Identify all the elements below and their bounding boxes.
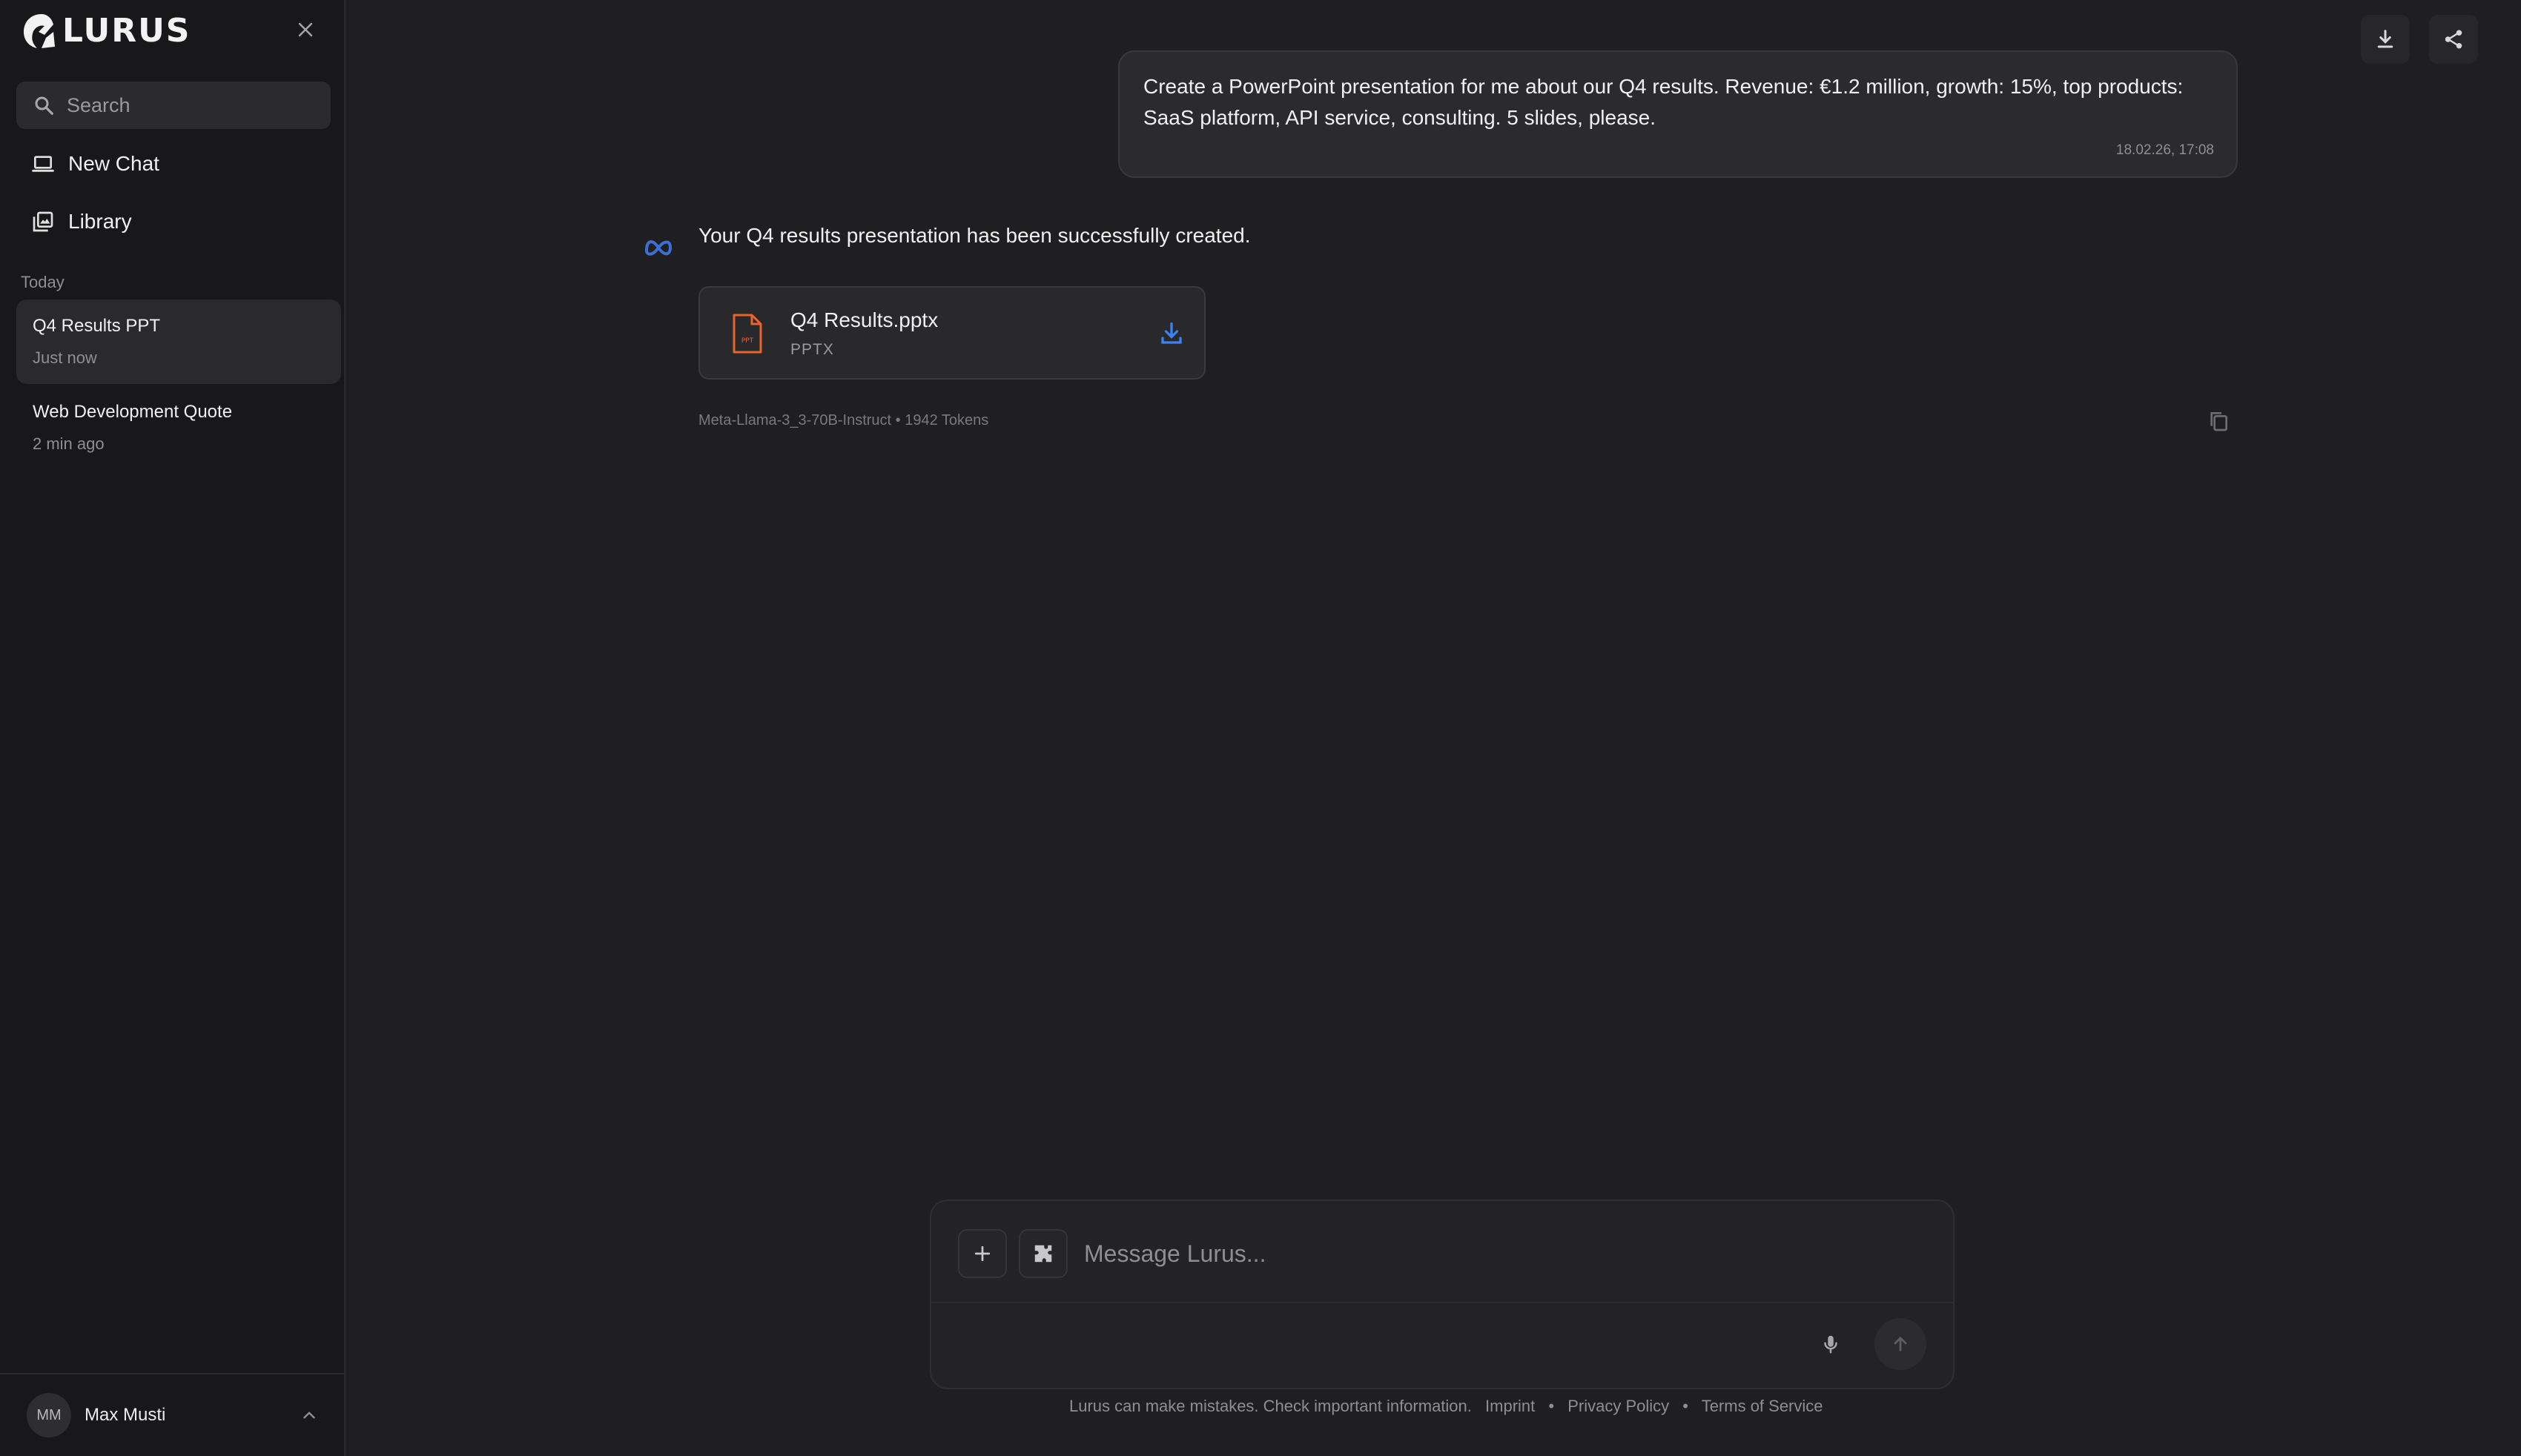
imprint-link[interactable]: Imprint [1485,1397,1535,1415]
close-icon [298,22,313,37]
chat-item[interactable]: Web Development Quote 2 min ago [16,385,341,470]
terms-of-service-link[interactable]: Terms of Service [1702,1397,1823,1415]
chat-time: 2 min ago [33,434,105,453]
user-message-line: Create a PowerPoint presentation for me … [1143,75,2184,98]
brand-logo[interactable]: LURUS [19,7,191,53]
section-label-today: Today [21,273,65,291]
app-root: LURUS New Chat [0,0,2521,1456]
user-name: Max Musti [85,1405,166,1425]
share-icon [2445,30,2462,49]
brand-name: LURUS [62,11,191,50]
arrow-up-icon [1894,1336,1907,1351]
chat-title: Q4 Results PPT [33,316,161,336]
add-attachment-button[interactable] [958,1229,1007,1278]
sidebar: LURUS New Chat [0,0,346,1456]
share-button[interactable] [2429,15,2478,64]
chat-item[interactable]: Q4 Results PPT Just now [16,300,341,384]
meta-logo-icon [644,240,673,256]
download-chat-button[interactable] [2361,15,2410,64]
privacy-policy-link[interactable]: Privacy Policy [1567,1397,1669,1415]
footer-separator: • [1682,1397,1688,1415]
user-message-line: SaaS platform, API service, consulting. … [1143,106,1656,129]
close-sidebar-button[interactable] [292,16,319,43]
puzzle-icon [1034,1245,1052,1263]
composer-divider [931,1302,1953,1303]
voice-input-button[interactable] [1815,1328,1846,1360]
file-name: Q4 Results.pptx [790,308,939,331]
send-button[interactable] [1874,1318,1926,1370]
new-chat-label: New Chat [68,152,159,175]
search-icon [35,96,53,115]
library-icon [33,211,53,232]
file-attachment[interactable]: PPT Q4 Results.pptx PPTX [698,286,1206,380]
copy-icon[interactable] [2207,409,2230,433]
chat-time: Just now [33,348,97,367]
microphone-icon [1824,1335,1837,1354]
footer-disclaimer: Lurus can make mistakes. Check important… [1069,1397,1472,1415]
plus-icon [974,1245,991,1262]
new-chat-button[interactable]: New Chat [16,139,331,188]
chevron-up-icon [303,1412,315,1419]
footer-separator: • [1548,1397,1555,1415]
plugins-button[interactable] [1019,1229,1068,1278]
user-menu[interactable]: MM Max Musti [0,1373,346,1456]
footer: Lurus can make mistakes. Check important… [1069,1397,1823,1416]
download-icon[interactable] [1158,320,1185,347]
library-label: Library [68,210,132,233]
assistant-message-text: Your Q4 results presentation has been su… [698,224,1251,247]
user-message: Create a PowerPoint presentation for me … [1118,50,2238,178]
search-input[interactable] [67,93,319,117]
message-timestamp: 18.02.26, 17:08 [2115,142,2214,158]
message-composer [930,1199,1955,1389]
pptx-file-icon: PPT [733,314,762,354]
download-icon [2377,30,2393,48]
avatar: MM [27,1393,71,1437]
file-type: PPTX [790,341,834,358]
laptop-icon [32,156,54,172]
lurus-logo-icon [24,14,55,48]
library-button[interactable]: Library [16,197,331,246]
chat-title: Web Development Quote [33,402,233,422]
file-icon-label: PPT [741,337,754,345]
message-input[interactable] [1084,1234,1900,1274]
model-meta: Meta-Llama-3_3-70B-Instruct • 1942 Token… [698,412,989,428]
search-box[interactable] [16,82,331,129]
